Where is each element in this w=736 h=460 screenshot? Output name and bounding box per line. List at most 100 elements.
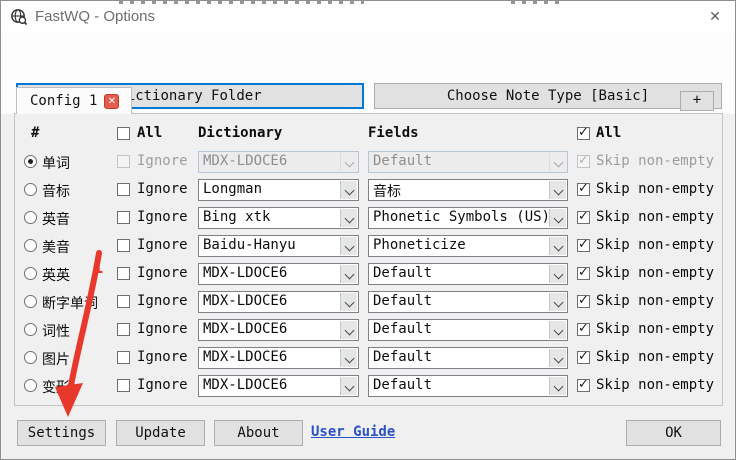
column-header-dictionary: Dictionary — [198, 125, 283, 141]
fields-select[interactable]: Default — [368, 263, 568, 285]
table-row: 英音 Ignore Bing xtk Phonetic Symbols (US)… — [15, 207, 722, 229]
chevron-down-icon — [549, 265, 566, 283]
chevron-down-icon — [549, 237, 566, 255]
dictionary-select[interactable]: Baidu-Hanyu — [198, 235, 359, 257]
skip-non-empty-checkbox[interactable] — [577, 293, 590, 308]
ignore-checkbox[interactable] — [117, 295, 130, 308]
skip-non-empty-label: Skip non-empty — [596, 321, 715, 337]
row-label: 英英 — [42, 268, 70, 284]
chevron-down-icon — [340, 265, 357, 283]
fields-select[interactable]: Default — [368, 375, 568, 397]
skip-non-empty-checkbox[interactable] — [577, 349, 590, 364]
dictionary-select[interactable]: MDX-LDOCE6 — [198, 375, 359, 397]
dictionary-value: MDX-LDOCE6 — [203, 265, 288, 281]
row-label: 断字单词 — [42, 296, 98, 312]
add-config-button[interactable]: + — [680, 91, 714, 111]
ok-button[interactable]: OK — [626, 420, 721, 446]
table-row: 英英 Ignore MDX-LDOCE6 Default Skip non-em… — [15, 263, 722, 285]
fields-select[interactable]: Default — [368, 319, 568, 341]
row-radio[interactable] — [24, 323, 37, 336]
row-radio[interactable] — [24, 379, 37, 392]
row-radio[interactable] — [24, 183, 37, 196]
all-ignore-checkbox[interactable] — [117, 127, 130, 140]
dictionary-select[interactable]: MDX-LDOCE6 — [198, 319, 359, 341]
skip-non-empty-checkbox[interactable] — [577, 377, 590, 392]
fields-select[interactable]: Default — [368, 291, 568, 313]
title-bar: FastWQ - Options ✕ — [1, 1, 735, 32]
fields-select[interactable]: Default — [368, 347, 568, 369]
row-label: 图片 — [42, 352, 70, 368]
annotation-step-number: 1 — [93, 258, 104, 278]
user-guide-link[interactable]: User Guide — [311, 424, 395, 440]
chevron-down-icon — [340, 293, 357, 311]
row-radio[interactable] — [24, 155, 37, 168]
ignore-label: Ignore — [137, 265, 188, 281]
tab-config-1[interactable]: Config 1 ✕ — [16, 87, 132, 114]
skip-non-empty-checkbox[interactable] — [577, 265, 590, 280]
fields-select[interactable]: Phonetic Symbols (US) — [368, 207, 568, 229]
skip-non-empty-label: Skip non-empty — [596, 237, 715, 253]
row-label: 英音 — [42, 212, 70, 228]
row-radio[interactable] — [24, 239, 37, 252]
skip-non-empty-checkbox[interactable] — [577, 321, 590, 336]
column-header-all-left: All — [137, 125, 163, 141]
fields-select[interactable]: Default — [368, 151, 568, 173]
chevron-down-icon — [340, 377, 357, 395]
row-radio[interactable] — [24, 351, 37, 364]
dictionary-select[interactable]: MDX-LDOCE6 — [198, 263, 359, 285]
skip-non-empty-label: Skip non-empty — [596, 209, 715, 225]
row-radio[interactable] — [24, 295, 37, 308]
row-radio[interactable] — [24, 267, 37, 280]
chevron-down-icon — [549, 293, 566, 311]
chevron-down-icon — [340, 153, 357, 171]
dictionary-value: Bing xtk — [203, 209, 271, 225]
dictionary-select[interactable]: MDX-LDOCE6 — [198, 151, 359, 173]
skip-non-empty-label: Skip non-empty — [596, 377, 715, 393]
window-title: FastWQ - Options — [35, 8, 156, 25]
ignore-checkbox[interactable] — [117, 351, 130, 364]
field-value: Default — [373, 321, 433, 337]
row-label: 词性 — [42, 324, 70, 340]
skip-non-empty-checkbox[interactable] — [577, 153, 590, 168]
ignore-checkbox[interactable] — [117, 155, 130, 168]
window-close-icon[interactable]: ✕ — [704, 6, 726, 28]
ignore-checkbox[interactable] — [117, 379, 130, 392]
column-header-fields: Fields — [368, 125, 419, 141]
settings-button[interactable]: Settings — [17, 420, 106, 446]
update-button[interactable]: Update — [116, 420, 205, 446]
table-row: 单词 Ignore MDX-LDOCE6 Default Skip non-em… — [15, 151, 722, 173]
all-skip-checkbox[interactable] — [577, 125, 590, 140]
choose-note-type-button[interactable]: Choose Note Type [Basic] — [374, 83, 722, 109]
field-value: 音标 — [373, 184, 401, 200]
ignore-label: Ignore — [137, 237, 188, 253]
dictionary-select[interactable]: MDX-LDOCE6 — [198, 291, 359, 313]
about-button[interactable]: About — [214, 420, 303, 446]
chevron-down-icon — [340, 209, 357, 227]
skip-non-empty-checkbox[interactable] — [577, 209, 590, 224]
ignore-label: Ignore — [137, 377, 188, 393]
ignore-checkbox[interactable] — [117, 239, 130, 252]
dictionary-select[interactable]: Longman — [198, 179, 359, 201]
table-row: 断字单词 Ignore MDX-LDOCE6 Default Skip non-… — [15, 291, 722, 313]
chevron-down-icon — [549, 349, 566, 367]
ignore-checkbox[interactable] — [117, 323, 130, 336]
dictionary-select[interactable]: Bing xtk — [198, 207, 359, 229]
row-label: 变形 — [42, 380, 70, 396]
skip-non-empty-checkbox[interactable] — [577, 181, 590, 196]
fields-select[interactable]: 音标 — [368, 179, 568, 201]
row-label: 美音 — [42, 240, 70, 256]
dictionary-value: MDX-LDOCE6 — [203, 153, 288, 169]
dictionary-select[interactable]: MDX-LDOCE6 — [198, 347, 359, 369]
ignore-checkbox[interactable] — [117, 267, 130, 280]
dictionary-value: Longman — [203, 181, 263, 197]
tab-close-icon[interactable]: ✕ — [104, 93, 120, 109]
ignore-checkbox[interactable] — [117, 183, 130, 196]
row-radio[interactable] — [24, 211, 37, 224]
chevron-down-icon — [549, 377, 566, 395]
skip-non-empty-checkbox[interactable] — [577, 237, 590, 252]
ignore-checkbox[interactable] — [117, 211, 130, 224]
chevron-down-icon — [340, 321, 357, 339]
dictionary-value: Baidu-Hanyu — [203, 237, 296, 253]
fields-select[interactable]: Phoneticize — [368, 235, 568, 257]
field-value: Default — [373, 265, 433, 281]
